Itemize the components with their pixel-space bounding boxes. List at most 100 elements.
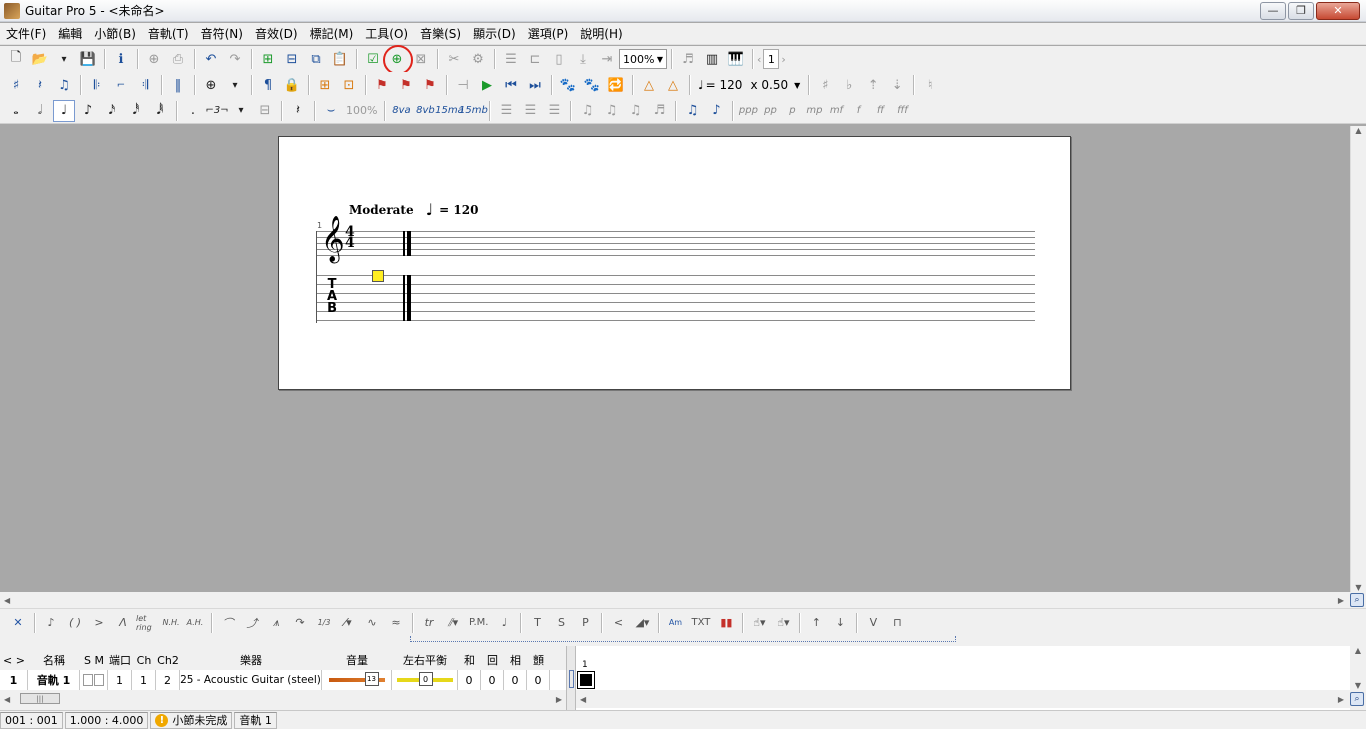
palm-mute-button[interactable]: P.M. (465, 617, 492, 628)
measure-scrollbar[interactable]: ◀ ▶ ⌕ (576, 690, 1366, 708)
menu-bar-measure[interactable]: 小節(B) (88, 23, 142, 45)
loop-icon[interactable]: 🔁 (605, 74, 627, 96)
menu-help[interactable]: 說明(H) (574, 23, 628, 45)
dynamic-ppp[interactable]: ppp (737, 105, 759, 116)
scroll-down-icon[interactable]: ▼ (1355, 681, 1361, 690)
ottava-8vb-button[interactable]: 8vb (414, 100, 436, 122)
track-panel-divider[interactable] (566, 646, 576, 710)
divider-grip[interactable] (569, 670, 574, 688)
dynamic-fff[interactable]: fff (891, 105, 913, 116)
tie-icon[interactable]: ⌣ (320, 100, 342, 122)
transpose-down-icon[interactable]: ♭ (838, 74, 860, 96)
stem-auto-icon[interactable]: ☰ (519, 100, 541, 122)
open-folder-icon[interactable]: 📂 (29, 48, 51, 70)
track-list-scrollbar[interactable]: ◀ ||| ▶ (0, 690, 566, 708)
slapping-button[interactable]: S (550, 612, 572, 634)
vertical-layout-icon[interactable]: ⤓ (572, 48, 594, 70)
menu-file[interactable]: 文件(F) (0, 23, 52, 45)
natural-harmonic-button[interactable]: N.H. (160, 612, 182, 634)
score-page[interactable]: Moderate ♩ = 120 1 𝄞 4 4 T A B (278, 136, 1071, 390)
scroll-left-icon[interactable]: ◀ (4, 695, 10, 704)
string-up-icon[interactable]: ⇡ (862, 74, 884, 96)
tremolo-picking-icon[interactable]: ⫽▾ (442, 612, 464, 634)
menu-edit[interactable]: 編輯 (52, 23, 88, 45)
cut-measure-icon[interactable]: ⊟ (281, 48, 303, 70)
piano-keyboard-icon[interactable]: 🎹 (725, 48, 747, 70)
scissors-icon[interactable]: ✂ (443, 48, 465, 70)
undo-icon[interactable]: ↶ (200, 48, 222, 70)
tuplet-dropdown-icon[interactable]: ▾ (230, 100, 252, 122)
track-name[interactable]: 音軌 1 (28, 670, 80, 690)
sixty-fourth-note-icon[interactable]: 𝅘𝅥𝅱 (149, 100, 171, 122)
enharmonic-icon[interactable]: ♮ (919, 74, 941, 96)
open-dropdown-icon[interactable]: ▾ (53, 48, 75, 70)
maximize-button[interactable]: ❐ (1288, 1, 1314, 20)
arrow-up-icon[interactable]: ↑ (805, 612, 827, 634)
tempo-display[interactable]: ♩ = 120 (694, 78, 746, 92)
arrow-down-icon[interactable]: ↓ (829, 612, 851, 634)
repeat-open-icon[interactable]: 𝄆 (86, 74, 108, 96)
page-view-icon[interactable]: ☰ (500, 48, 522, 70)
scroll-right-icon[interactable]: ▶ (1338, 695, 1344, 704)
bookmark-icon[interactable]: ▥ (701, 48, 723, 70)
zoom-select[interactable]: 100% ▼ (619, 49, 667, 69)
repeat-close-icon[interactable]: 𝄇 (134, 74, 156, 96)
menu-options[interactable]: 選項(P) (522, 23, 575, 45)
hammer-on-icon[interactable]: ⌒ (217, 612, 239, 634)
countdown-metronome-icon[interactable]: △ (662, 74, 684, 96)
magnifier-icon[interactable]: ⌕ (1350, 692, 1364, 706)
marker-list-icon[interactable]: ⊡ (338, 74, 360, 96)
heavy-accent-icon[interactable]: Λ (112, 612, 134, 634)
alternate-ending-icon[interactable]: ⌐ (110, 74, 132, 96)
edit-cursor[interactable] (372, 270, 384, 282)
double-bar-icon[interactable]: ‖ (167, 74, 189, 96)
dynamic-f[interactable]: f (847, 105, 869, 116)
menu-effects[interactable]: 音效(D) (249, 23, 304, 45)
upstroke-button[interactable]: V (862, 612, 884, 634)
downstroke-icon[interactable]: ⊓ (886, 612, 908, 634)
dynamic-p[interactable]: p (781, 105, 803, 116)
print-preview-icon[interactable]: ⊕ (143, 48, 165, 70)
mute-checkbox[interactable] (94, 674, 104, 686)
stroke-down-icon[interactable]: ☝▾ (748, 612, 770, 634)
trill-icon[interactable]: tr (418, 612, 440, 634)
menu-note[interactable]: 音符(N) (195, 23, 249, 45)
half-note-icon[interactable]: 𝅗𝅥 (29, 100, 51, 122)
tuplet-icon[interactable]: ⌐3¬ (205, 100, 228, 122)
screen-view-icon[interactable]: ⊏ (524, 48, 546, 70)
wide-vibrato-icon[interactable]: ≈ (385, 612, 407, 634)
track-channel[interactable]: 1 (132, 670, 156, 690)
print-icon[interactable]: ⎙ (167, 48, 189, 70)
track-vertical-scrollbar[interactable]: ▲ ▼ (1350, 646, 1366, 690)
ghost-note-icon[interactable]: ( ) (64, 612, 86, 634)
sixteenth-note-icon[interactable]: 𝅘𝅥𝅯 (101, 100, 123, 122)
dead-note-icon[interactable]: ✕ (7, 612, 29, 634)
scroll-down-icon[interactable]: ▼ (1355, 583, 1361, 592)
flag-red-icon[interactable]: ⚑ (371, 74, 393, 96)
track-instrument[interactable]: 25 - Acoustic Guitar (steel) (180, 670, 322, 690)
menu-track[interactable]: 音軌(T) (142, 23, 195, 45)
whole-note-icon[interactable]: 𝅝 (5, 100, 27, 122)
accent-icon[interactable]: > (88, 612, 110, 634)
beam-auto-blue-icon[interactable]: ♫ (681, 100, 703, 122)
add-marker-icon[interactable]: ⊞ (314, 74, 336, 96)
guitar-fretboard-icon[interactable]: ♬ (677, 48, 699, 70)
paw-icon[interactable]: 🐾 (557, 74, 579, 96)
flag-yellow-icon[interactable]: ⚑ (419, 74, 441, 96)
go-start-icon[interactable]: ⏮ (500, 74, 522, 96)
add-track-icon[interactable]: ⊕ (383, 45, 413, 75)
rest-icon[interactable]: 𝄽 (29, 74, 51, 96)
ottava-8va-button[interactable]: 8va (390, 100, 412, 122)
scroll-thumb[interactable]: ||| (20, 693, 60, 704)
dynamic-mf[interactable]: mf (825, 105, 847, 116)
beam-icon[interactable]: ♫ (600, 100, 622, 122)
track-row[interactable]: 1 音軌 1 1 1 2 25 - Acoustic Guitar (steel… (0, 670, 566, 690)
ottava-15ma-button[interactable]: 15ma (435, 100, 464, 122)
track-chorus[interactable]: 0 (458, 670, 481, 690)
vibrato-icon[interactable]: ∿ (361, 612, 383, 634)
velocity-percent[interactable]: 100% (343, 104, 380, 117)
add-measure-icon[interactable]: ⊞ (257, 48, 279, 70)
scroll-right-icon[interactable]: ▶ (556, 695, 562, 704)
chevron-right-icon[interactable]: › (781, 53, 785, 66)
flag-orange-icon[interactable]: ⚑ (395, 74, 417, 96)
